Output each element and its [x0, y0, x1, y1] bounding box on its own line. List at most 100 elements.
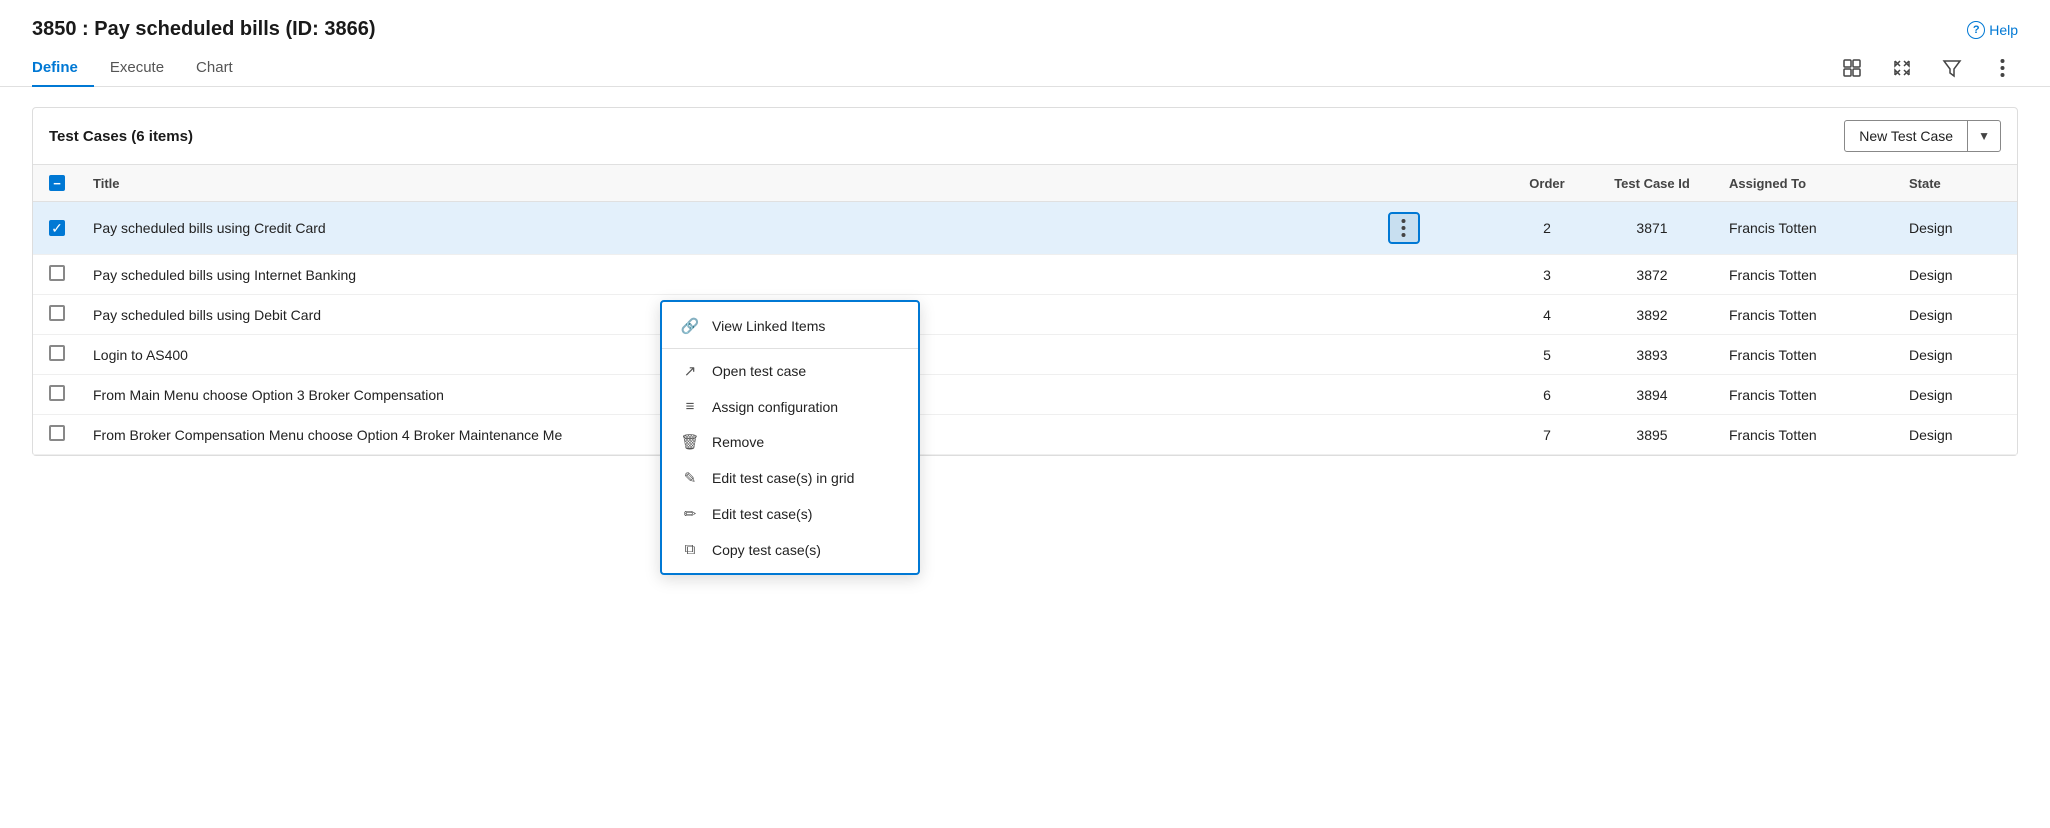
main-content: Test Cases (6 items) New Test Case ▼ − T… [0, 87, 2050, 476]
ctx-label-remove: Remove [712, 434, 764, 450]
checkbox-2[interactable] [49, 265, 65, 281]
row-order-1: 2 [1507, 202, 1587, 255]
grid-view-button[interactable] [1836, 52, 1868, 84]
help-link[interactable]: ? Help [1967, 21, 2018, 39]
row-order-2: 3 [1507, 255, 1587, 295]
row-assigned-to-3: Francis Totten [1717, 295, 1897, 335]
row-assigned-to-4: Francis Totten [1717, 335, 1897, 375]
checkbox-3[interactable] [49, 305, 65, 321]
row-menu-cell-2 [1376, 255, 1507, 295]
filter-button[interactable] [1936, 52, 1968, 84]
ctx-item-view-linked[interactable]: 🔗 View Linked Items [662, 308, 918, 344]
row-test-case-id-6: 3895 [1587, 415, 1717, 455]
table-row: From Broker Compensation Menu choose Opt… [33, 415, 2017, 455]
context-menu: 🔗 View Linked Items ↗ Open test case ≡ Assign… [660, 300, 920, 575]
ctx-icon-edit: ✏ [680, 505, 700, 523]
ctx-divider [662, 348, 918, 349]
row-order-6: 7 [1507, 415, 1587, 455]
row-state-1: Design [1897, 202, 2017, 255]
row-dots-5 [1388, 391, 1501, 399]
table-header-row: − Title Order Test Case Id Assigned To S… [33, 165, 2017, 202]
ctx-label-open-test-case: Open test case [712, 363, 806, 379]
ctx-icon-copy: ⧉ [680, 541, 700, 558]
row-menu-cell-3 [1376, 295, 1507, 335]
row-state-4: Design [1897, 335, 2017, 375]
col-header-assigned-to: Assigned To [1717, 165, 1897, 202]
table-row: From Main Menu choose Option 3 Broker Co… [33, 375, 2017, 415]
tab-execute[interactable]: Execute [110, 49, 180, 86]
help-icon: ? [1967, 21, 1985, 39]
ctx-label-assign-config: Assign configuration [712, 399, 838, 415]
top-bar: 3850 : Pay scheduled bills (ID: 3866) ? … [0, 0, 2050, 41]
more-options-button[interactable] [1986, 52, 2018, 84]
row-checkbox-3 [33, 295, 81, 335]
row-menu-cell-5 [1376, 375, 1507, 415]
table-row: ✓ Pay scheduled bills using Credit Card 23… [33, 202, 2017, 255]
row-test-case-id-1: 3871 [1587, 202, 1717, 255]
col-header-order: Order [1507, 165, 1587, 202]
ctx-icon-assign-config: ≡ [680, 398, 700, 415]
ctx-icon-open-test-case: ↗ [680, 362, 700, 380]
row-test-case-id-3: 3892 [1587, 295, 1717, 335]
ctx-icon-remove: 🗑 [680, 433, 700, 451]
page-title: 3850 : Pay scheduled bills (ID: 3866) [32, 18, 375, 41]
panel-header: Test Cases (6 items) New Test Case ▼ [33, 108, 2017, 165]
table-row: Login to AS40053893Francis TottenDesign [33, 335, 2017, 375]
new-test-case-button[interactable]: New Test Case ▼ [1844, 120, 2001, 152]
expand-button[interactable] [1886, 52, 1918, 84]
row-assigned-to-6: Francis Totten [1717, 415, 1897, 455]
test-cases-table-body: ✓Pay scheduled bills using Credit Card23… [33, 202, 2017, 455]
toolbar-icons [1836, 52, 2018, 84]
checkbox-1[interactable]: ✓ [49, 220, 65, 236]
test-cases-table-wrap: − Title Order Test Case Id Assigned To S… [33, 165, 2017, 455]
checkbox-5[interactable] [49, 385, 65, 401]
row-menu-cell-4 [1376, 335, 1507, 375]
row-assigned-to-5: Francis Totten [1717, 375, 1897, 415]
checkbox-4[interactable] [49, 345, 65, 361]
row-context-menu-button-1[interactable] [1388, 212, 1420, 244]
ctx-icon-view-linked: 🔗 [680, 317, 700, 335]
row-checkbox-1: ✓ [33, 202, 81, 255]
row-menu-cell-6 [1376, 415, 1507, 455]
ctx-item-remove[interactable]: 🗑 Remove [662, 424, 918, 460]
ctx-icon-edit-grid: ✎ [680, 469, 700, 487]
ctx-item-edit-grid[interactable]: ✎Edit test case(s) in grid [662, 460, 918, 496]
row-dots-6 [1388, 431, 1501, 439]
test-cases-table: − Title Order Test Case Id Assigned To S… [33, 165, 2017, 455]
ctx-item-edit[interactable]: ✏Edit test case(s) [662, 496, 918, 532]
row-state-2: Design [1897, 255, 2017, 295]
ctx-item-assign-config[interactable]: ≡ Assign configuration [662, 389, 918, 424]
col-header-state: State [1897, 165, 2017, 202]
checkbox-6[interactable] [49, 425, 65, 441]
help-label: Help [1989, 22, 2018, 38]
row-assigned-to-2: Francis Totten [1717, 255, 1897, 295]
ctx-label-view-linked: View Linked Items [712, 318, 825, 334]
row-checkbox-5 [33, 375, 81, 415]
row-order-4: 5 [1507, 335, 1587, 375]
ctx-label-copy: Copy test case(s) [712, 542, 821, 558]
select-all-checkbox[interactable]: − [49, 175, 65, 191]
ctx-item-copy[interactable]: ⧉ Copy test case(s) [662, 532, 918, 567]
row-dots-3 [1388, 311, 1501, 319]
row-title-2: Pay scheduled bills using Internet Banki… [81, 255, 1376, 295]
row-state-6: Design [1897, 415, 2017, 455]
table-row: Pay scheduled bills using Debit Card4389… [33, 295, 2017, 335]
row-assigned-to-1: Francis Totten [1717, 202, 1897, 255]
tab-define[interactable]: Define [32, 49, 94, 86]
tabs-bar: Define Execute Chart [0, 49, 2050, 87]
row-test-case-id-5: 3894 [1587, 375, 1717, 415]
row-state-5: Design [1897, 375, 2017, 415]
row-checkbox-2 [33, 255, 81, 295]
row-dots-4 [1388, 351, 1501, 359]
col-header-test-case-id: Test Case Id [1587, 165, 1717, 202]
row-checkbox-4 [33, 335, 81, 375]
row-title-1: Pay scheduled bills using Credit Card [81, 202, 1376, 255]
ctx-item-open-test-case[interactable]: ↗ Open test case [662, 353, 918, 389]
new-test-case-label: New Test Case [1845, 121, 1968, 151]
tab-chart[interactable]: Chart [196, 49, 249, 86]
row-order-5: 6 [1507, 375, 1587, 415]
new-test-case-chevron-icon[interactable]: ▼ [1968, 122, 2000, 150]
test-cases-panel: Test Cases (6 items) New Test Case ▼ − T… [32, 107, 2018, 456]
row-order-3: 4 [1507, 295, 1587, 335]
row-menu-cell-1 [1376, 202, 1507, 255]
